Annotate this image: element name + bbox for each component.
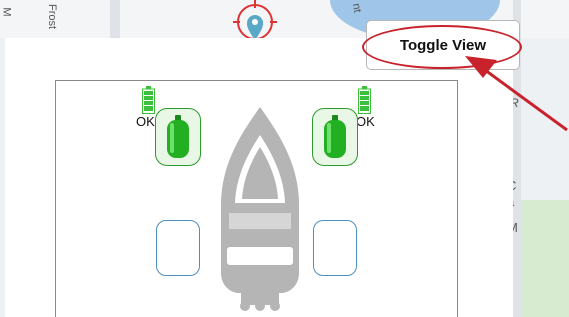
battery-icon — [142, 86, 155, 114]
map-label: M — [0, 7, 13, 17]
annotation-arrow — [465, 56, 568, 132]
sensor-status-left: OK — [136, 114, 155, 129]
sensor-status-right: OK — [356, 114, 375, 129]
tank-sensor-icon — [167, 115, 189, 158]
sensor-slot-right[interactable] — [313, 220, 357, 276]
map-street-label: Frost — [46, 4, 58, 30]
sensor-slot-left[interactable] — [156, 220, 200, 276]
sensor-left[interactable] — [155, 108, 201, 166]
sensor-right[interactable] — [312, 108, 358, 166]
tank-sensor-icon — [324, 115, 346, 158]
battery-icon — [358, 86, 371, 114]
boat-icon — [221, 107, 299, 311]
